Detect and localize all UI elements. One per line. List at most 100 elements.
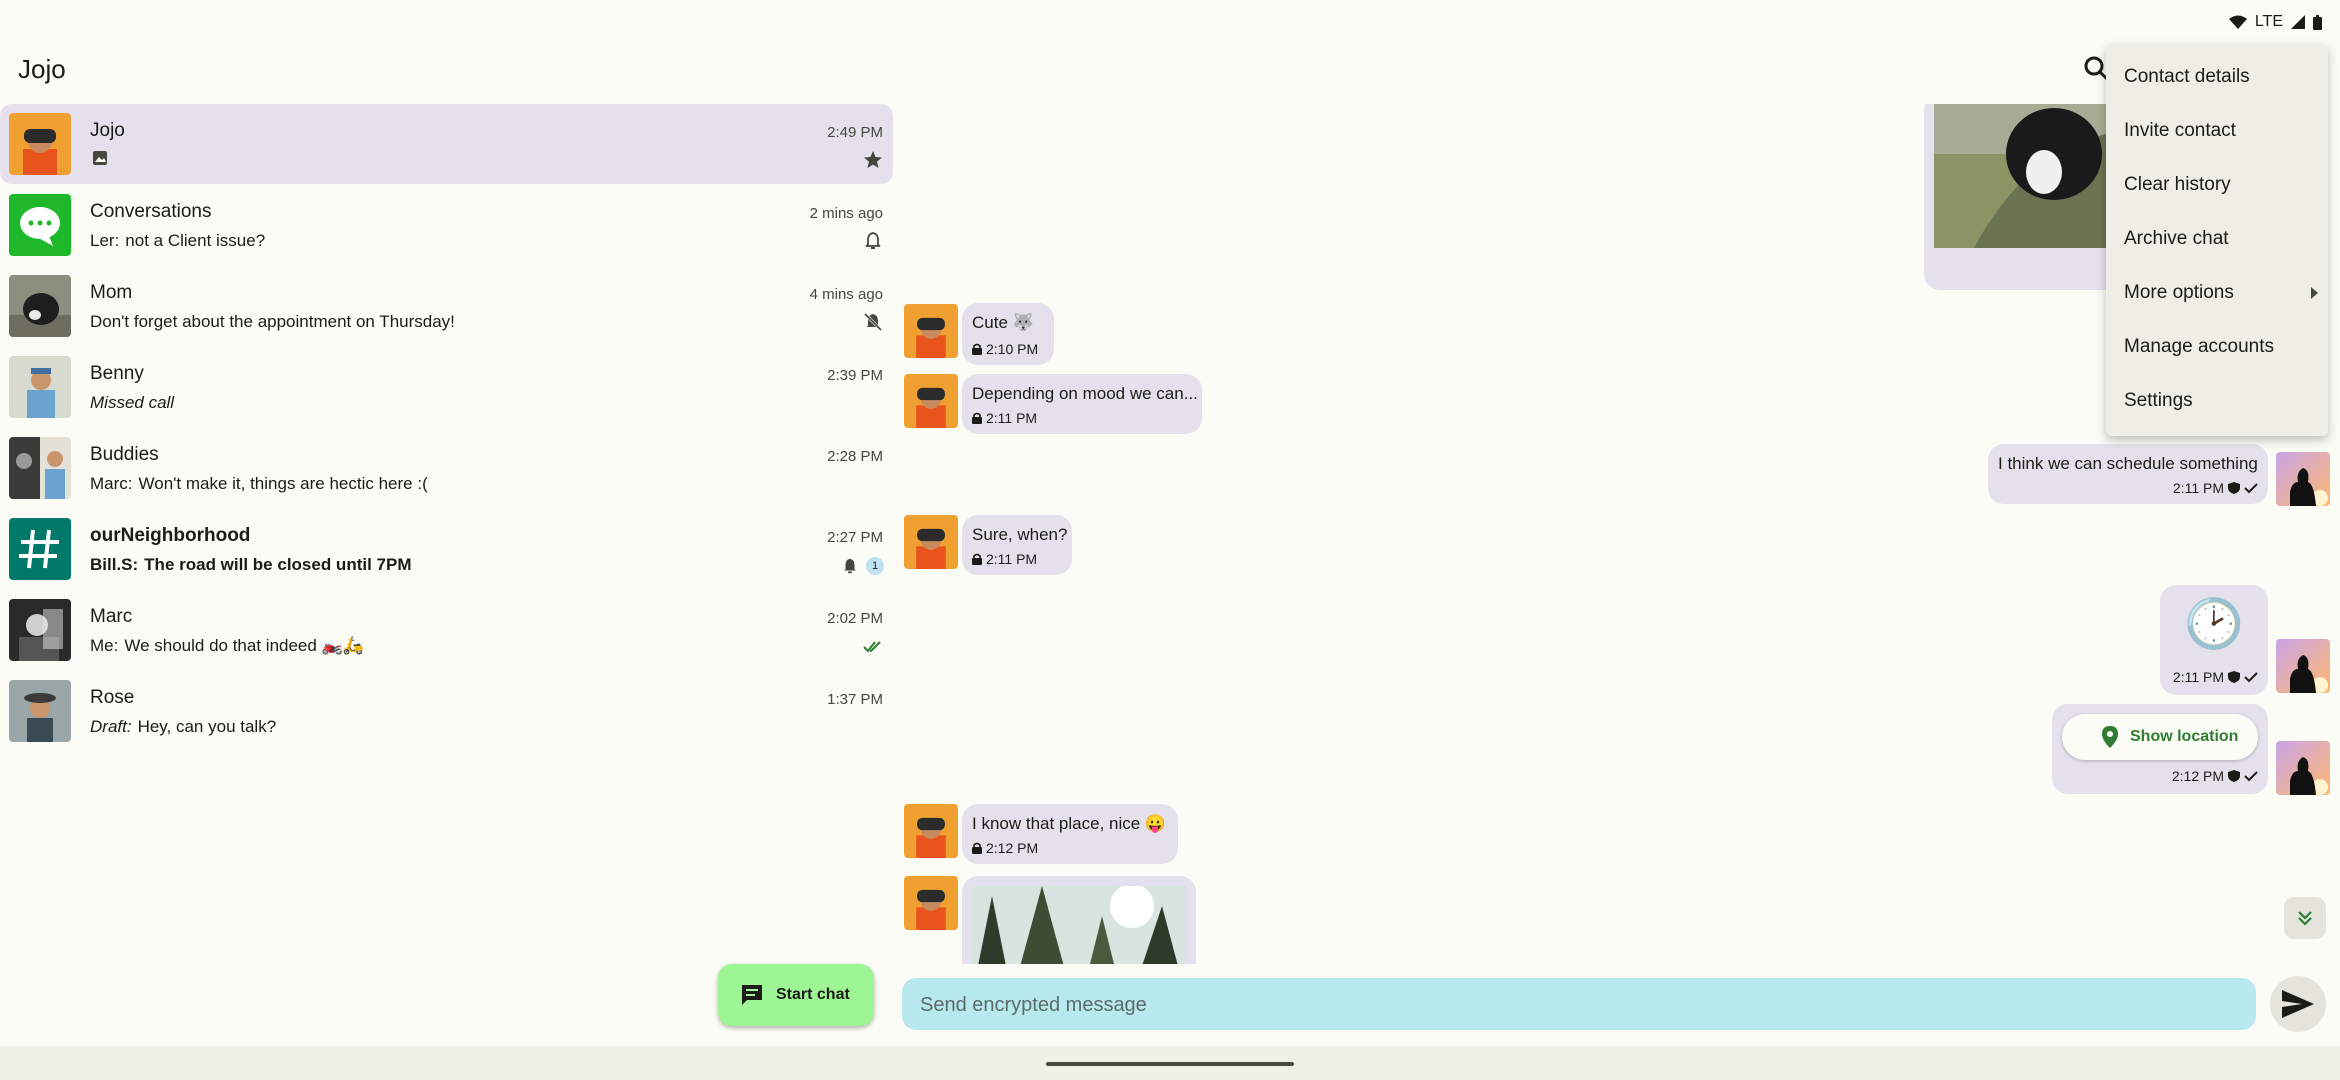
message-time: 2:12 PM <box>986 840 1039 856</box>
message-meta: 2:11 PM <box>2173 669 2258 685</box>
conversation-name: Mom <box>90 282 133 303</box>
conversation-row-mom[interactable]: Mom 4 mins ago Don't forget about the ap… <box>0 266 893 346</box>
contact-avatar[interactable] <box>904 515 958 569</box>
check-icon <box>2244 672 2258 683</box>
menu-item-contact-details[interactable]: Contact details <box>2124 66 2250 88</box>
incoming-message[interactable]: Sure, when? 2:11 PM <box>962 515 1072 575</box>
location-pin-icon <box>2102 726 2118 748</box>
outgoing-message[interactable]: Show location 2:12 PM <box>2052 704 2268 794</box>
check-icon <box>2244 483 2258 494</box>
outgoing-message[interactable]: I think we can schedule something 2:11 P… <box>1988 444 2268 504</box>
own-avatar[interactable] <box>2276 639 2330 693</box>
message-meta: 2:12 PM <box>972 840 1038 856</box>
own-avatar[interactable] <box>2276 452 2330 506</box>
submenu-arrow-icon <box>2311 287 2318 299</box>
scroll-to-bottom-button[interactable] <box>2284 897 2326 939</box>
conversation-time: 2:28 PM <box>827 448 883 465</box>
preview-sender: Draft: <box>90 717 132 736</box>
preview-text: Hey, can you talk? <box>137 717 277 736</box>
message-time: 2:11 PM <box>2172 669 2224 685</box>
conversation-row-ourneighborhood[interactable]: ourNeighborhood 2:27 PM Bill.S: The road … <box>0 509 893 589</box>
start-chat-button[interactable]: Start chat <box>718 964 874 1026</box>
avatar <box>9 599 71 661</box>
incoming-image-message[interactable] <box>962 876 1196 964</box>
message-text: Cute 🐺 <box>972 313 1034 332</box>
shield-icon <box>2228 671 2240 683</box>
message-time: 2:11 PM <box>986 410 1038 426</box>
incoming-message[interactable]: I know that place, nice 😛 2:12 PM <box>962 804 1178 864</box>
conversation-preview: Don't forget about the appointment on Th… <box>90 312 455 331</box>
conversation-preview: Draft: Hey, can you talk? <box>90 717 276 737</box>
message-meta: 2:10 PM <box>972 341 1038 357</box>
conversation-row-rose[interactable]: Rose 1:37 PM Draft: Hey, can you talk? <box>0 671 893 751</box>
message-text: Depending on mood we can... <box>972 384 1198 403</box>
lock-icon <box>972 412 982 424</box>
preview-sender: Me: <box>90 636 119 655</box>
message-text: 🕑 <box>2184 598 2244 651</box>
conversation-preview: Ler: not a Client issue? <box>90 231 265 251</box>
conversation-time: 4 mins ago <box>809 286 883 303</box>
network-label: LTE <box>2254 13 2283 30</box>
avatar <box>9 518 71 580</box>
image-attachment <box>972 886 1186 964</box>
outgoing-message[interactable]: 🕑 2:11 PM <box>2160 585 2268 695</box>
conversation-name: Jojo <box>90 120 125 141</box>
conversation-row-jojo[interactable]: Jojo 2:49 PM <box>0 104 893 184</box>
preview-text: Missed call <box>90 393 175 412</box>
menu-item-clear-history[interactable]: Clear history <box>2124 174 2231 196</box>
double-check-icon <box>863 641 881 653</box>
status-bar: LTE <box>2228 0 2340 44</box>
avatar <box>9 275 71 337</box>
bell-icon <box>843 558 857 574</box>
message-meta: 2:11 PM <box>972 410 1037 426</box>
incoming-message[interactable]: Depending on mood we can... 2:11 PM <box>962 374 1202 434</box>
send-button[interactable] <box>2270 976 2326 1032</box>
conversation-preview: Bill.S: The road will be closed until 7PM <box>90 555 412 575</box>
preview-sender: Marc: <box>90 474 133 493</box>
bell-icon <box>865 232 881 249</box>
own-avatar[interactable] <box>2276 741 2330 795</box>
contact-avatar[interactable] <box>904 374 958 428</box>
star-icon <box>864 151 882 168</box>
conversation-row-benny[interactable]: Benny 2:39 PM Missed call <box>0 347 893 427</box>
menu-item-more-options[interactable]: More options <box>2124 282 2234 304</box>
preview-text: The road will be closed until 7PM <box>144 555 412 574</box>
conversation-time: 2:02 PM <box>827 610 883 627</box>
contact-avatar[interactable] <box>904 304 958 358</box>
contact-avatar[interactable] <box>904 876 958 930</box>
message-time: 2:11 PM <box>2172 480 2224 496</box>
menu-item-manage-accounts[interactable]: Manage accounts <box>2124 336 2274 358</box>
conversation-preview: Missed call <box>90 393 174 413</box>
preview-text: We should do that indeed 🏍️🛵 <box>124 636 364 655</box>
menu-item-settings[interactable]: Settings <box>2124 390 2193 412</box>
incoming-message[interactable]: Cute 🐺 2:10 PM <box>962 303 1054 365</box>
conversation-preview: Me: We should do that indeed 🏍️🛵 <box>90 636 364 656</box>
conversation-row-buddies[interactable]: Buddies 2:28 PM Marc: Won't make it, thin… <box>0 428 893 508</box>
avatar <box>9 680 71 742</box>
message-meta: 2:12 PM <box>2172 768 2258 784</box>
avatar <box>9 437 71 499</box>
conversation-name: Marc <box>90 606 133 627</box>
start-chat-label: Start chat <box>776 986 850 1003</box>
menu-item-archive-chat[interactable]: Archive chat <box>2124 228 2229 250</box>
check-icon <box>2244 771 2258 782</box>
preview-text: not a Client issue? <box>125 231 266 250</box>
conversation-row-conversations[interactable]: Conversations 2 mins ago Ler: not a Clien… <box>0 185 893 265</box>
avatar <box>9 194 71 256</box>
message-meta: 2:11 PM <box>2173 480 2258 496</box>
app-bar: Jojo <box>0 44 2340 102</box>
menu-item-invite-contact[interactable]: Invite contact <box>2124 120 2236 142</box>
gesture-handle[interactable] <box>1046 1062 1294 1066</box>
lock-icon <box>972 553 982 565</box>
contact-avatar[interactable] <box>904 804 958 858</box>
conversation-row-marc[interactable]: Marc 2:02 PM Me: We should do that indeed… <box>0 590 893 670</box>
shield-icon <box>2228 770 2240 782</box>
message-input[interactable] <box>902 978 2242 1032</box>
wifi-icon <box>2228 15 2247 29</box>
conversation-name: Rose <box>90 687 135 708</box>
preview-sender: Ler: <box>90 231 120 250</box>
image-attachment <box>1934 104 2106 248</box>
preview-text: Won't make it, things are hectic here :( <box>138 474 428 493</box>
navigation-bar <box>0 1046 2340 1080</box>
show-location-button[interactable]: Show location <box>2062 714 2258 760</box>
